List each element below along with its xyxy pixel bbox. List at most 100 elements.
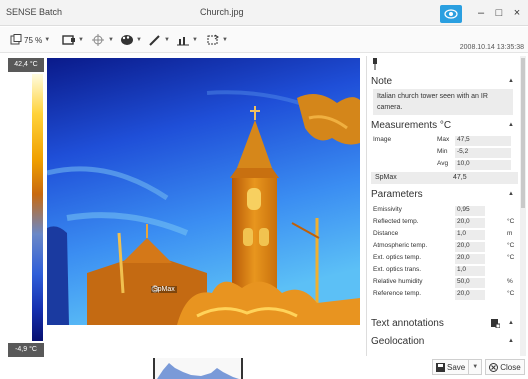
measurement-value: 47,5 (455, 136, 511, 146)
panel-scrollbar[interactable] (520, 56, 526, 356)
collapse-icon[interactable]: ▲ (508, 78, 514, 84)
parameter-label: Distance (373, 230, 399, 237)
parameter-label: Emissivity (373, 206, 402, 213)
measure-tool-dropdown[interactable]: ▼ (92, 32, 114, 48)
frame-tool-dropdown[interactable]: ▼ (62, 32, 84, 48)
chevron-down-icon: ▼ (78, 37, 84, 43)
chart-tool-dropdown[interactable]: ▼ (176, 32, 198, 48)
toolbar: 75 % ▼ ▼ ▼ ▼ ▼ ▼ ▼ (0, 27, 528, 53)
parameter-row: Ext. optics temp. 20,0 °C (373, 254, 518, 264)
spot-measurement-value: 47,5 (453, 174, 467, 181)
color-scale-bar[interactable] (32, 74, 43, 341)
collapse-icon[interactable]: ▲ (508, 338, 514, 344)
note-text[interactable]: Italian church tower seen with an IR cam… (373, 89, 513, 115)
spot-meter-icon (92, 34, 104, 46)
measurement-label: Avg (437, 160, 449, 167)
crop-icon (207, 34, 219, 45)
geolocation-section-title[interactable]: Geolocation (371, 336, 424, 347)
maximize-button[interactable]: □ (490, 5, 508, 21)
parameter-value[interactable]: 20,0 (455, 290, 485, 300)
measurement-row: Max 47,5 (373, 136, 518, 146)
scale-min-label[interactable]: -4,9 °C (8, 343, 44, 357)
parameter-value[interactable]: 1,0 (455, 266, 485, 276)
scale-max-label[interactable]: 42,4 °C (8, 58, 44, 72)
view-toggle-button[interactable] (440, 5, 462, 23)
zoom-dropdown[interactable]: 75 % ▼ (10, 32, 50, 48)
parameter-row: Ext. optics trans. 1,0 (373, 266, 518, 276)
parameter-row: Atmospheric temp. 20,0 °C (373, 242, 518, 252)
chevron-down-icon: ▼ (108, 37, 114, 43)
parameter-label: Relative humidity (373, 278, 423, 285)
text-annotations-section-title[interactable]: Text annotations (371, 318, 444, 329)
collapse-icon[interactable]: ▲ (508, 122, 514, 128)
parameter-unit: m (507, 230, 513, 237)
scrollbar-thumb[interactable] (521, 58, 525, 208)
draw-tool-dropdown[interactable]: ▼ (148, 32, 170, 48)
chart-icon (177, 37, 189, 46)
app-name: SENSE Batch (6, 7, 63, 17)
close-icon (489, 362, 499, 372)
parameter-row: Reference temp. 20,0 °C (373, 290, 518, 300)
close-button[interactable]: Close (485, 359, 525, 375)
parameter-row: Relative humidity 50,0 % (373, 278, 518, 288)
parameter-value[interactable]: 50,0 (455, 278, 485, 288)
parameter-unit: °C (507, 218, 515, 225)
spot-marker-label[interactable]: SpMax (151, 286, 177, 293)
save-icon (436, 362, 445, 372)
document-title: Church.jpg (200, 7, 244, 17)
chevron-down-icon: ▼ (44, 37, 51, 43)
save-button[interactable]: Save (432, 359, 470, 375)
note-section-title[interactable]: Note (371, 76, 392, 87)
pin-icon[interactable] (371, 58, 379, 70)
save-label: Save (447, 362, 466, 372)
zoom-icon (10, 34, 22, 45)
chevron-down-icon: ▼ (472, 364, 479, 370)
zoom-value: 75 % (24, 35, 43, 45)
measurement-label: Max (437, 136, 450, 143)
parameter-label: Reflected temp. (373, 218, 419, 225)
eye-icon (444, 9, 458, 19)
histogram-plot (157, 363, 239, 379)
properties-panel: Note ▲ Italian church tower seen with an… (366, 56, 522, 356)
parameter-label: Atmospheric temp. (373, 242, 428, 249)
chevron-down-icon: ▼ (136, 37, 142, 43)
capture-timestamp: 2008.10.14 13:35:38 (459, 44, 524, 51)
parameter-value[interactable]: 20,0 (455, 242, 485, 252)
parameter-label: Reference temp. (373, 290, 422, 297)
window-close-button[interactable]: × (508, 5, 526, 21)
measurement-row: Min -5,2 (373, 148, 518, 158)
add-annotation-icon[interactable] (491, 319, 500, 328)
parameters-section-title[interactable]: Parameters (371, 189, 423, 200)
palette-dropdown[interactable]: ▼ (120, 32, 142, 48)
parameter-row: Reflected temp. 20,0 °C (373, 218, 518, 228)
parameter-row: Emissivity 0,95 (373, 206, 518, 216)
parameter-unit: % (507, 278, 513, 285)
collapse-icon[interactable]: ▲ (508, 320, 514, 326)
palette-icon (121, 35, 133, 45)
parameter-row: Distance 1,0 m (373, 230, 518, 240)
spot-measurement-label: SpMax (375, 174, 397, 181)
parameter-value[interactable]: 20,0 (455, 218, 485, 228)
measurements-section-title[interactable]: Measurements °C (371, 120, 451, 131)
save-options-button[interactable]: ▼ (469, 359, 483, 375)
parameter-label: Ext. optics temp. (373, 254, 422, 261)
thermal-image[interactable] (47, 58, 360, 325)
thermal-image-render (47, 58, 360, 325)
measurement-label: Min (437, 148, 448, 155)
title-bar: SENSE Batch Church.jpg – □ × (0, 0, 528, 26)
pen-icon (149, 35, 160, 46)
temperature-scale: 42,4 °C -4,9 °C (8, 58, 44, 358)
spot-measurement-row[interactable]: SpMax 47,5 (371, 172, 518, 184)
parameter-value[interactable]: 20,0 (455, 254, 485, 264)
histogram[interactable] (153, 358, 243, 379)
parameter-value[interactable]: 1,0 (455, 230, 485, 240)
parameter-unit: °C (507, 254, 515, 261)
collapse-icon[interactable]: ▲ (508, 191, 514, 197)
measurement-row: Avg 10,0 (373, 160, 518, 170)
parameter-value[interactable]: 0,95 (455, 206, 485, 216)
frame-icon (62, 35, 75, 45)
parameter-unit: °C (507, 290, 515, 297)
measurement-value: -5,2 (455, 148, 511, 158)
rotate-tool-dropdown[interactable]: ▼ (206, 32, 228, 48)
minimize-button[interactable]: – (472, 5, 490, 21)
